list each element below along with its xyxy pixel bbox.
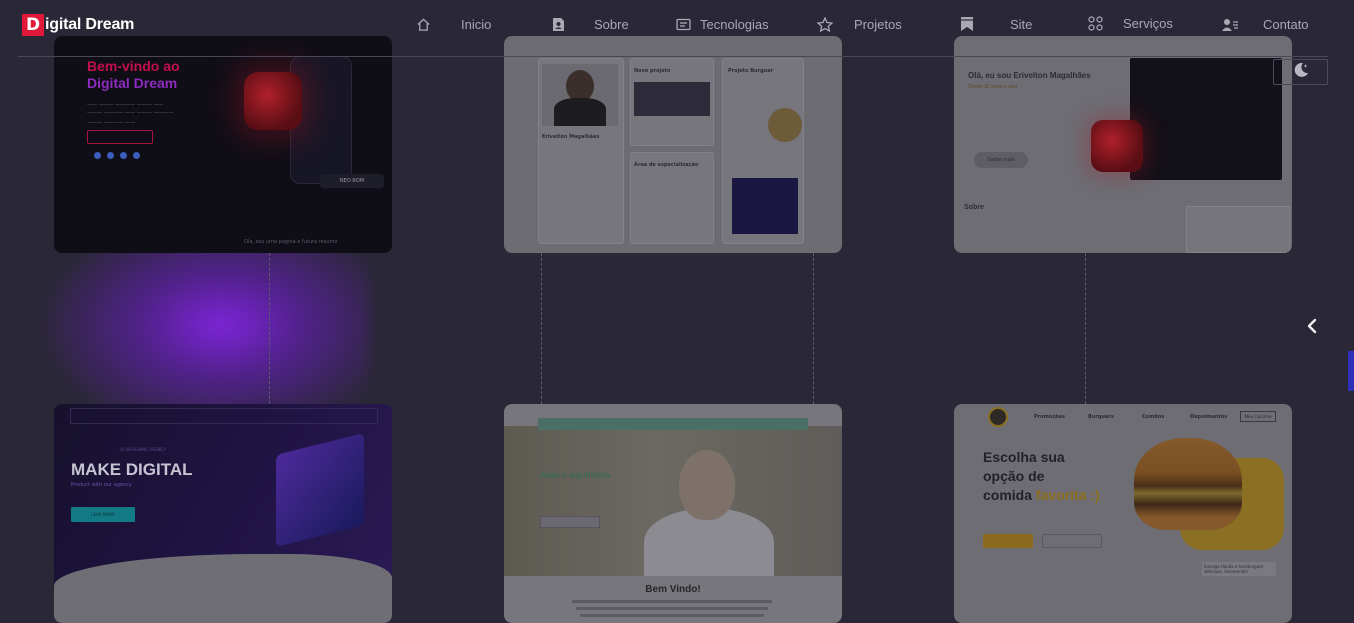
project-tag: NEO ROM — [320, 174, 384, 188]
project-card-burger[interactable]: Promoções Burguers Combos Depoimentos Me… — [954, 404, 1292, 623]
project-card-profile[interactable]: Erivelton Magalhães Novo projeto Projeto… — [504, 36, 842, 253]
nav-item-projetos[interactable]: Projetos — [817, 17, 902, 32]
brand-name: igital Dream — [45, 16, 135, 33]
profile-photo — [542, 64, 618, 126]
project-card-clinic[interactable]: Ame e equilíbrio. Bem Vindo! — [504, 404, 842, 623]
nav-label: Serviços — [1123, 16, 1173, 31]
connector-line — [813, 253, 814, 404]
robot-mascot — [244, 72, 302, 130]
bookmark-icon — [960, 16, 974, 32]
carousel-prev-button[interactable] — [1302, 318, 1322, 338]
connector-line — [269, 253, 270, 404]
project-card-make-digital[interactable]: UI DESIGNING AGENCY MAKE DIGITAL Product… — [54, 404, 392, 623]
nav-label: Tecnologias — [700, 17, 769, 32]
project-footer: Ola, sou uma pagina e futura resumo — [244, 239, 338, 245]
theme-toggle-button[interactable] — [1273, 59, 1328, 85]
nav-label: Projetos — [854, 17, 902, 32]
burger-image — [1134, 438, 1242, 530]
moon-icon — [1292, 61, 1310, 83]
burger-title: Escolha sua opção de comida favorita :) — [983, 449, 1100, 503]
star-icon — [817, 17, 833, 32]
project-card-about[interactable]: Olá, eu sou Erivelton Magalhães Tenho 32… — [954, 36, 1292, 253]
chevron-left-icon — [1306, 318, 1318, 338]
connector-line — [1085, 253, 1086, 404]
id-card-icon — [676, 18, 691, 31]
scroll-indicator[interactable] — [1348, 351, 1354, 391]
project-cta — [87, 130, 153, 144]
profile-document-icon — [552, 17, 565, 32]
nav-item-contato[interactable]: Contato — [1222, 17, 1309, 32]
nav-item-sobre[interactable]: Sobre — [552, 17, 629, 32]
site-screenshot — [1130, 58, 1282, 180]
nav-label: Inicio — [461, 17, 492, 32]
logo-badge: D — [22, 14, 44, 36]
home-icon — [416, 17, 431, 32]
nav-label: Sobre — [594, 17, 629, 32]
saiba-mais-button: Saiba mais — [974, 152, 1028, 168]
contacts-icon — [1222, 18, 1239, 32]
brand-logo[interactable]: D igital Dream — [22, 14, 134, 36]
top-navbar: D igital Dream Inicio Sobre Tecnologias … — [0, 0, 1354, 50]
nav-item-tecnologias[interactable]: Tecnologias — [676, 17, 769, 32]
header-divider — [18, 56, 1328, 57]
nav-item-inicio[interactable]: Inicio — [416, 17, 491, 32]
connector-line — [541, 253, 542, 404]
burger-logo — [988, 407, 1008, 427]
nav-label: Contato — [1263, 17, 1309, 32]
robot-mascot — [1091, 120, 1143, 172]
grid-icon — [1088, 16, 1103, 31]
project-card-digital-dream[interactable]: Bem-vindo ao Digital Dream —— ——— ———— —… — [54, 36, 392, 253]
nav-item-servicos[interactable]: Serviços — [1088, 16, 1173, 31]
project-heading: Bem-vindo ao Digital Dream — [87, 58, 180, 91]
nav-label: Site — [1010, 16, 1033, 32]
nav-item-site[interactable]: Site — [960, 16, 1032, 32]
